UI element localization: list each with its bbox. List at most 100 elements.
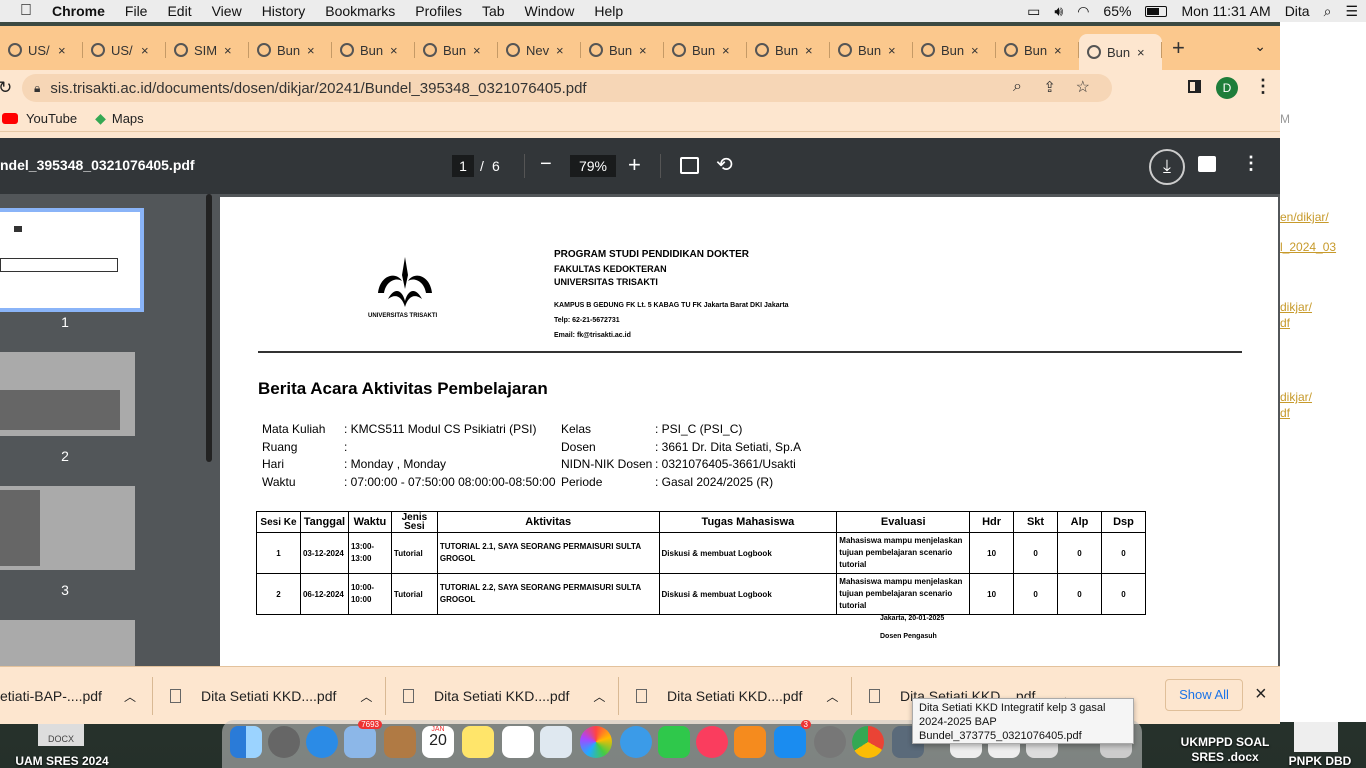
tab[interactable]: US/ × xyxy=(83,34,166,66)
zoom-in-button[interactable]: + xyxy=(628,152,641,178)
desktop-file-label[interactable]: UKMPPD SOAL SRES .docx xyxy=(1170,735,1280,765)
file-icon[interactable] xyxy=(1294,722,1338,752)
spotlight-search-icon[interactable]: ⌕ xyxy=(1324,3,1332,20)
reload-icon[interactable]: ↻ xyxy=(0,78,12,98)
tab-close-icon[interactable]: × xyxy=(971,43,979,58)
chevron-up-icon[interactable]: ︿ xyxy=(826,688,838,705)
tab-close-icon[interactable]: × xyxy=(805,43,813,58)
bg-link[interactable]: df xyxy=(1280,316,1290,330)
photo-app-icon[interactable]: 7693 xyxy=(344,720,382,758)
chevron-up-icon[interactable]: ︿ xyxy=(124,688,136,705)
zoom-out-button[interactable]: − xyxy=(540,153,552,176)
tab-close-icon[interactable]: × xyxy=(224,43,232,58)
rotate-icon[interactable]: ⟲ xyxy=(716,152,733,177)
page-number-input[interactable]: 1 xyxy=(452,155,474,177)
menu-bookmarks[interactable]: Bookmarks xyxy=(315,3,405,19)
safari-icon[interactable] xyxy=(306,726,338,758)
battery-percent[interactable]: 65% xyxy=(1103,3,1131,19)
download-item[interactable]: Dita Setiati KKD....pdf ︿ xyxy=(636,685,838,707)
control-center-icon[interactable]: ☰ xyxy=(1345,3,1358,20)
calendar-icon[interactable]: JAN 20 xyxy=(422,726,454,758)
tab[interactable]: Bun × xyxy=(1079,34,1162,70)
thumbnail-page-2[interactable] xyxy=(0,352,135,436)
tab-close-icon[interactable]: × xyxy=(390,43,398,58)
desktop-file-label[interactable]: PNPK DBD xyxy=(1284,754,1356,768)
finder-icon[interactable] xyxy=(230,726,262,758)
tab-close-icon[interactable]: × xyxy=(639,43,647,58)
apple-icon[interactable]:  xyxy=(0,2,42,20)
menu-window[interactable]: Window xyxy=(515,3,585,19)
menu-profiles[interactable]: Profiles xyxy=(405,3,472,19)
thumbnail-page-3[interactable] xyxy=(0,486,135,570)
chevron-up-icon[interactable]: ︿ xyxy=(593,688,605,705)
bg-link[interactable]: en/dikjar/ xyxy=(1280,210,1329,224)
url-text[interactable]: sis.trisakti.ac.id/documents/dosen/dikja… xyxy=(50,80,586,97)
tab[interactable]: Bun × xyxy=(249,34,332,66)
bg-link[interactable]: df xyxy=(1280,406,1290,420)
tab[interactable]: Bun × xyxy=(581,34,664,66)
zoom-level-input[interactable]: 79% xyxy=(570,155,616,177)
bookmark-youtube[interactable]: YouTube xyxy=(26,111,77,126)
tab-close-icon[interactable]: × xyxy=(1137,45,1145,60)
battery-icon[interactable] xyxy=(1145,5,1168,17)
zoom-lens-icon[interactable]: ⌕ xyxy=(1013,78,1022,96)
desktop-file-label[interactable]: UAM SRES 2024 xyxy=(10,754,114,768)
chrome-icon[interactable] xyxy=(852,726,884,758)
tab-close-icon[interactable]: × xyxy=(888,43,896,58)
messages-icon[interactable] xyxy=(620,726,652,758)
tab-close-icon[interactable]: × xyxy=(141,43,149,58)
clock[interactable]: Mon 11:31 AM xyxy=(1181,3,1270,19)
tab-close-icon[interactable]: × xyxy=(58,43,66,58)
tab[interactable]: Bun × xyxy=(332,34,415,66)
books-icon[interactable] xyxy=(734,726,766,758)
screen-mirror-icon[interactable]: ▭ xyxy=(1027,3,1040,20)
tab-close-icon[interactable]: × xyxy=(1054,43,1062,58)
tab[interactable]: Bun × xyxy=(415,34,498,66)
fit-page-icon[interactable] xyxy=(680,157,699,174)
tab[interactable]: Bun × xyxy=(830,34,913,66)
menu-edit[interactable]: Edit xyxy=(157,3,201,19)
tab[interactable]: Bun × xyxy=(913,34,996,66)
share-icon[interactable]: ⇪ xyxy=(1043,78,1056,96)
download-item[interactable]: Dita Setiati KKD....pdf ︿ xyxy=(403,685,605,707)
notes-icon[interactable] xyxy=(462,726,494,758)
menu-history[interactable]: History xyxy=(252,3,316,19)
docx-file-icon[interactable]: DOCX xyxy=(38,724,84,746)
print-icon[interactable] xyxy=(1198,156,1216,172)
close-downloads-button[interactable]: × xyxy=(1255,683,1267,706)
download-item[interactable]: Dita Setiati KKD....pdf ︿ xyxy=(170,685,372,707)
more-options-icon[interactable]: ⋮ xyxy=(1242,153,1260,174)
sidebar-scrollbar[interactable] xyxy=(206,194,212,462)
tab-close-icon[interactable]: × xyxy=(473,43,481,58)
thumbnail-page-4[interactable] xyxy=(0,620,135,666)
side-panel-icon[interactable] xyxy=(1188,80,1201,93)
bg-link[interactable]: dikjar/ xyxy=(1280,390,1312,404)
tab-close-icon[interactable]: × xyxy=(307,43,315,58)
menu-tab[interactable]: Tab xyxy=(472,3,515,19)
tab[interactable]: Bun × xyxy=(664,34,747,66)
tab-close-icon[interactable]: × xyxy=(722,43,730,58)
contacts-icon[interactable] xyxy=(384,726,416,758)
tab-close-icon[interactable]: × xyxy=(556,43,564,58)
download-item[interactable]: etiati-BAP-....pdf ︿ xyxy=(0,685,136,707)
lock-icon[interactable]: 🔒︎ xyxy=(34,81,40,96)
tab-search-chevron-icon[interactable]: ⌄ xyxy=(1254,38,1266,55)
volume-icon[interactable]: 🔊︎ xyxy=(1054,3,1063,20)
bg-link[interactable]: dikjar/ xyxy=(1280,300,1312,314)
photos-icon[interactable] xyxy=(580,726,612,758)
reminders-icon[interactable] xyxy=(502,726,534,758)
bookmark-maps[interactable]: Maps xyxy=(112,111,144,126)
facetime-icon[interactable] xyxy=(658,726,690,758)
system-preferences-icon[interactable] xyxy=(814,726,846,758)
show-all-button[interactable]: Show All xyxy=(1165,679,1243,711)
tab[interactable]: SIM × xyxy=(166,34,249,66)
profile-avatar[interactable]: D xyxy=(1216,77,1238,99)
thumbnail-page-1[interactable] xyxy=(0,208,144,312)
launchpad-icon[interactable] xyxy=(268,726,300,758)
bookmark-star-icon[interactable]: ☆ xyxy=(1076,77,1090,97)
tab[interactable]: Nev × xyxy=(498,34,581,66)
chrome-menu-icon[interactable]: ⋮ xyxy=(1254,76,1272,97)
chevron-up-icon[interactable]: ︿ xyxy=(360,688,372,705)
menu-view[interactable]: View xyxy=(202,3,252,19)
bg-link[interactable]: l_2024_03 xyxy=(1280,240,1336,254)
